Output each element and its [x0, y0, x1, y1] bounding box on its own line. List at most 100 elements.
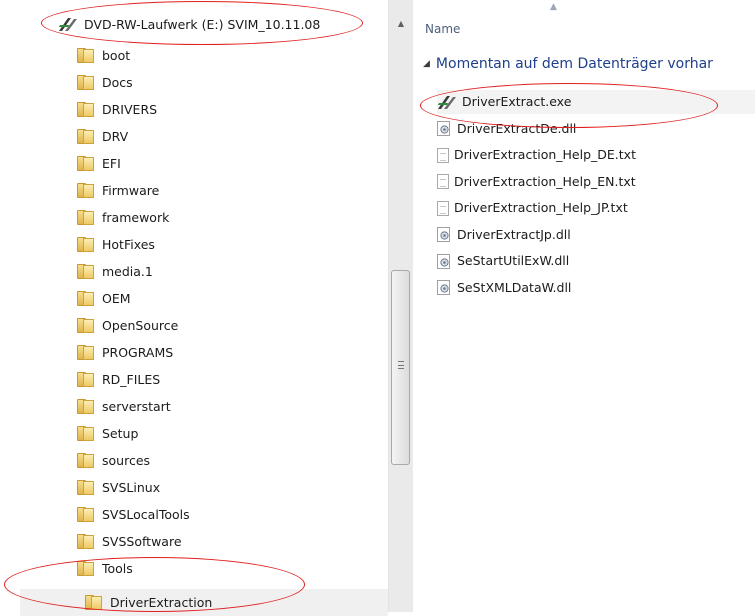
- folder-icon: [77, 129, 94, 144]
- tree-item-folder[interactable]: Firmware: [77, 177, 159, 204]
- folder-icon: [77, 102, 94, 117]
- folder-label: OpenSource: [102, 318, 179, 333]
- txt-icon: [437, 200, 449, 216]
- file-name: DriverExtract.exe: [462, 94, 572, 109]
- tree-item-folder[interactable]: OpenSource: [77, 312, 178, 339]
- folder-label: RD_FILES: [102, 372, 161, 387]
- tree-item-folder[interactable]: SVSLinux: [77, 474, 160, 501]
- folder-label: SVSLinux: [102, 480, 161, 495]
- navigation-pane: DVD-RW-Laufwerk (E:) SVIM_10.11.08 boot D…: [0, 0, 413, 616]
- folder-label: HotFixes: [102, 237, 155, 252]
- folder-icon: [77, 210, 94, 225]
- folder-icon: [77, 507, 94, 522]
- folder-icon: [77, 534, 94, 549]
- folder-icon: [77, 156, 94, 171]
- txt-icon: [437, 147, 449, 163]
- group-header-label: Momentan auf dem Datenträger vorhar: [435, 56, 713, 72]
- folder-label: DRIVERS: [102, 102, 158, 117]
- folder-icon: [85, 595, 102, 610]
- folder-label: DRV: [102, 129, 129, 144]
- tree-scrollbar[interactable]: ▲: [388, 0, 413, 612]
- file-row[interactable]: DriverExtraction_Help_EN.txt: [437, 170, 636, 194]
- dll-icon: [437, 121, 450, 136]
- tree-item-folder[interactable]: boot: [77, 42, 130, 69]
- folder-label: Tools: [102, 561, 133, 576]
- tree-item-folder[interactable]: framework: [77, 204, 169, 231]
- folder-icon: [77, 453, 94, 468]
- tree-item-folder[interactable]: Setup: [77, 420, 138, 447]
- folder-icon: [77, 345, 94, 360]
- folder-icon: [77, 561, 94, 576]
- folder-icon: [77, 48, 94, 63]
- folder-label: SVSLocalTools: [102, 507, 190, 522]
- exe-icon: [438, 95, 456, 109]
- file-row[interactable]: SeStXMLDataW.dll: [437, 276, 571, 300]
- file-row[interactable]: DriverExtract.exe: [437, 90, 755, 114]
- folder-icon: [77, 426, 94, 441]
- scroll-up-arrow-icon[interactable]: ▲: [389, 14, 413, 34]
- folder-icon: [77, 372, 94, 387]
- folder-label: PROGRAMS: [102, 345, 174, 360]
- file-row[interactable]: DriverExtraction_Help_JP.txt: [437, 196, 628, 220]
- folder-label: serverstart: [102, 399, 171, 414]
- tree-item-folder[interactable]: media.1: [77, 258, 153, 285]
- tree-item-folder[interactable]: SVSSoftware: [77, 528, 182, 555]
- folder-icon: [77, 264, 94, 279]
- group-header[interactable]: ◢ Momentan auf dem Datenträger vorhar: [423, 56, 713, 72]
- tree-item-folder[interactable]: OEM: [77, 285, 131, 312]
- file-name: DriverExtraction_Help_DE.txt: [454, 147, 636, 162]
- collapse-triangle-icon[interactable]: ◢: [423, 59, 430, 69]
- file-name: DriverExtractDe.dll: [457, 120, 577, 136]
- tree-item-folder[interactable]: serverstart: [77, 393, 171, 420]
- tree-item-folder[interactable]: HotFixes: [77, 231, 155, 258]
- content-pane: ▲ Name ◢ Momentan auf dem Datenträger vor…: [413, 0, 755, 612]
- folder-icon: [77, 399, 94, 414]
- file-row[interactable]: DriverExtraction_Help_DE.txt: [437, 143, 636, 167]
- tree-item-folder[interactable]: Tools: [77, 555, 133, 582]
- scroll-thumb[interactable]: [391, 270, 410, 465]
- file-name: DriverExtraction_Help_JP.txt: [454, 200, 628, 215]
- file-name: DriverExtractJp.dll: [457, 226, 571, 242]
- folder-label: SVSSoftware: [102, 534, 182, 549]
- folder-icon: [77, 237, 94, 252]
- file-name: SeStXMLDataW.dll: [457, 279, 572, 295]
- drive-label: DVD-RW-Laufwerk (E:) SVIM_10.11.08: [84, 17, 321, 32]
- folder-icon: [77, 318, 94, 333]
- folder-label: Firmware: [102, 183, 160, 198]
- tree-item-folder[interactable]: DRV: [77, 123, 128, 150]
- folder-label: Docs: [102, 75, 133, 90]
- grip-icon: [398, 361, 404, 369]
- folder-icon: [77, 480, 94, 495]
- tree-item-folder[interactable]: sources: [77, 447, 150, 474]
- explorer-window: DVD-RW-Laufwerk (E:) SVIM_10.11.08 boot D…: [0, 0, 755, 616]
- tree-item-folder[interactable]: PROGRAMS: [77, 339, 173, 366]
- tree-item-dvd-drive[interactable]: DVD-RW-Laufwerk (E:) SVIM_10.11.08: [58, 11, 320, 38]
- sort-arrow-icon: ▲: [550, 2, 557, 12]
- folder-label: EFI: [102, 156, 121, 171]
- file-name: DriverExtraction_Help_EN.txt: [454, 173, 636, 189]
- tree-item-folder[interactable]: EFI: [77, 150, 121, 177]
- dll-icon: [437, 227, 450, 242]
- folder-icon: [77, 183, 94, 198]
- folder-label: framework: [102, 210, 170, 225]
- txt-icon: [437, 174, 449, 189]
- folder-label: OEM: [102, 291, 131, 306]
- folder-icon: [77, 291, 94, 306]
- dvd-drive-icon: [59, 18, 77, 31]
- dll-icon: [437, 253, 450, 269]
- folder-label: boot: [102, 48, 131, 63]
- folder-label: Setup: [102, 426, 139, 441]
- tree-item-folder[interactable]: SVSLocalTools: [77, 501, 190, 528]
- folder-icon: [77, 75, 94, 90]
- column-header-name[interactable]: Name: [425, 22, 460, 36]
- folder-label: media.1: [102, 264, 153, 279]
- file-row[interactable]: DriverExtractDe.dll: [437, 117, 576, 141]
- file-row[interactable]: SeStartUtilExW.dll: [437, 249, 569, 273]
- folder-label: sources: [102, 453, 151, 468]
- tree-item-folder[interactable]: Docs: [77, 69, 133, 96]
- file-name: SeStartUtilExW.dll: [457, 253, 570, 268]
- file-row[interactable]: DriverExtractJp.dll: [437, 223, 571, 247]
- tree-item-folder[interactable]: DRIVERS: [77, 96, 157, 123]
- tree-item-folder[interactable]: RD_FILES: [77, 366, 160, 393]
- dll-icon: [437, 280, 450, 295]
